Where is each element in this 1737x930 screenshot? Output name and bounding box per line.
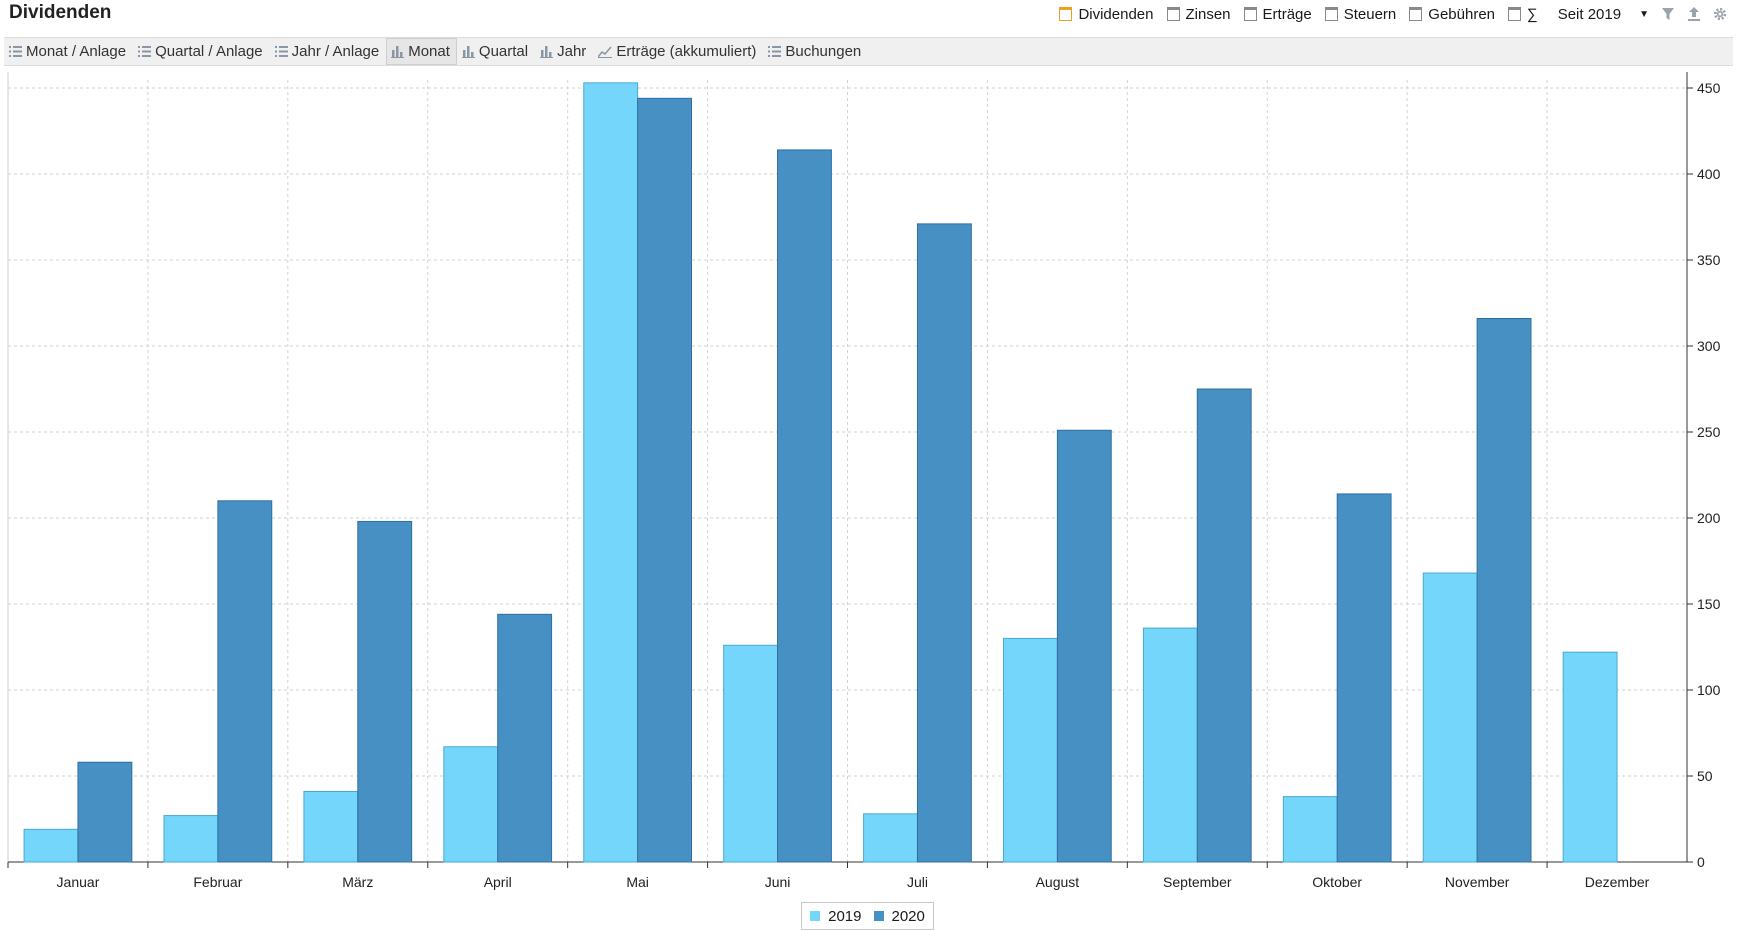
y-tick-label: 450 — [1697, 80, 1721, 96]
view-tabs: Monat / Anlage Quartal / Anlage Jahr / A… — [4, 37, 1733, 66]
bar-chart-icon — [461, 46, 475, 58]
filter-dividenden[interactable]: Dividenden — [1059, 6, 1154, 23]
bar-2019 — [303, 790, 359, 863]
bar-chart-icon — [391, 46, 405, 58]
tab-ertraege-akkumuliert[interactable]: Erträge (akkumuliert) — [593, 38, 763, 65]
bar-2019 — [443, 746, 499, 863]
bar-2019 — [863, 813, 918, 863]
bar-2019 — [1422, 572, 1478, 863]
checkbox-icon — [1243, 7, 1257, 21]
list-icon — [768, 46, 782, 57]
tab-monat[interactable]: Monat — [386, 38, 457, 65]
x-tick-label: Februar — [193, 874, 242, 890]
page-title: Dividenden — [9, 2, 112, 23]
bar-2020 — [777, 149, 832, 863]
x-tick-label: Juni — [765, 874, 791, 890]
y-tick-label: 250 — [1697, 424, 1721, 440]
checkbox-icon — [1508, 7, 1521, 21]
bar-2020 — [1056, 429, 1112, 863]
y-tick-label: 150 — [1697, 596, 1721, 612]
bar-2019 — [1282, 796, 1338, 863]
checkbox-icon — [1059, 7, 1073, 21]
tab-buchungen[interactable]: Buchungen — [763, 38, 868, 65]
bar-2020 — [77, 761, 133, 863]
list-icon — [274, 46, 288, 57]
y-tick-label: 200 — [1697, 510, 1721, 526]
tab-quartal[interactable]: Quartal — [457, 38, 535, 65]
checkbox-icon — [1166, 7, 1180, 21]
y-tick-label: 100 — [1697, 682, 1721, 698]
bar-2020 — [1336, 493, 1392, 863]
y-tick-label: 350 — [1697, 252, 1721, 268]
bar-2020 — [1476, 317, 1532, 863]
bar-2020 — [916, 223, 972, 863]
tab-jahr-anlage[interactable]: Jahr / Anlage — [270, 38, 387, 65]
bar-2020 — [1196, 388, 1252, 863]
tab-jahr[interactable]: Jahr — [535, 38, 593, 65]
tab-monat-anlage[interactable]: Monat / Anlage — [4, 38, 133, 65]
gear-icon[interactable] — [1713, 6, 1727, 22]
x-tick-label: April — [484, 874, 512, 890]
y-tick-label: 50 — [1697, 768, 1713, 784]
bar-2019 — [163, 815, 219, 863]
bar-2020 — [637, 97, 692, 863]
chevron-down-icon[interactable]: ▼ — [1639, 9, 1649, 20]
y-tick-label: 0 — [1697, 854, 1705, 870]
checkbox-icon — [1324, 7, 1338, 21]
checkbox-icon — [1409, 7, 1423, 21]
filter-sum[interactable]: ∑ — [1508, 6, 1538, 23]
bar-2019 — [1003, 637, 1058, 863]
export-icon[interactable] — [1687, 6, 1701, 22]
bar-chart-icon — [540, 46, 554, 58]
x-tick-label: März — [342, 874, 373, 890]
filter-bar: Dividenden Zinsen Erträge Steuern Gebühr… — [1046, 4, 1727, 24]
filter-zinsen[interactable]: Zinsen — [1166, 6, 1231, 23]
legend-swatch-2019 — [810, 911, 821, 921]
bar-2019 — [723, 644, 779, 863]
bar-2019 — [1562, 651, 1618, 863]
line-chart-icon — [598, 46, 613, 58]
legend-item-2020[interactable]: 2020 — [873, 908, 925, 925]
x-tick-label: Mai — [626, 874, 649, 890]
list-icon — [9, 46, 22, 57]
filter-gebuehren[interactable]: Gebühren — [1409, 6, 1495, 23]
x-tick-label: September — [1163, 874, 1232, 890]
y-tick-label: 400 — [1697, 166, 1721, 182]
legend-item-2019[interactable]: 2019 — [810, 908, 862, 925]
bar-2019 — [23, 828, 79, 863]
bar-2020 — [357, 520, 413, 863]
bar-2020 — [217, 500, 273, 863]
x-tick-label: Januar — [57, 874, 100, 890]
filter-steuern[interactable]: Steuern — [1324, 6, 1396, 23]
filter-icon[interactable] — [1661, 6, 1675, 22]
period-selector[interactable]: Seit 2019 — [1558, 6, 1621, 23]
bar-2019 — [1142, 627, 1198, 863]
x-tick-label: Juli — [907, 874, 928, 890]
header-bar: Dividenden Dividenden Zinsen Erträge Ste… — [0, 0, 1737, 34]
bar-2019 — [583, 82, 639, 863]
x-tick-label: Oktober — [1312, 874, 1362, 890]
x-tick-label: August — [1036, 874, 1080, 890]
dividend-bar-chart: 0 50 100 150 200 250 300 350 400 450 Januar Februar… — [7, 72, 1721, 890]
legend-swatch-2020 — [873, 911, 884, 921]
chart-legend: 2019 2020 — [801, 902, 934, 930]
y-tick-label: 300 — [1697, 338, 1721, 354]
x-tick-label: Dezember — [1585, 874, 1650, 890]
list-icon — [138, 46, 152, 57]
tab-quartal-anlage[interactable]: Quartal / Anlage — [133, 38, 270, 65]
x-tick-label: November — [1445, 874, 1510, 890]
filter-ertraege[interactable]: Erträge — [1243, 6, 1312, 23]
bar-2020 — [497, 613, 553, 863]
